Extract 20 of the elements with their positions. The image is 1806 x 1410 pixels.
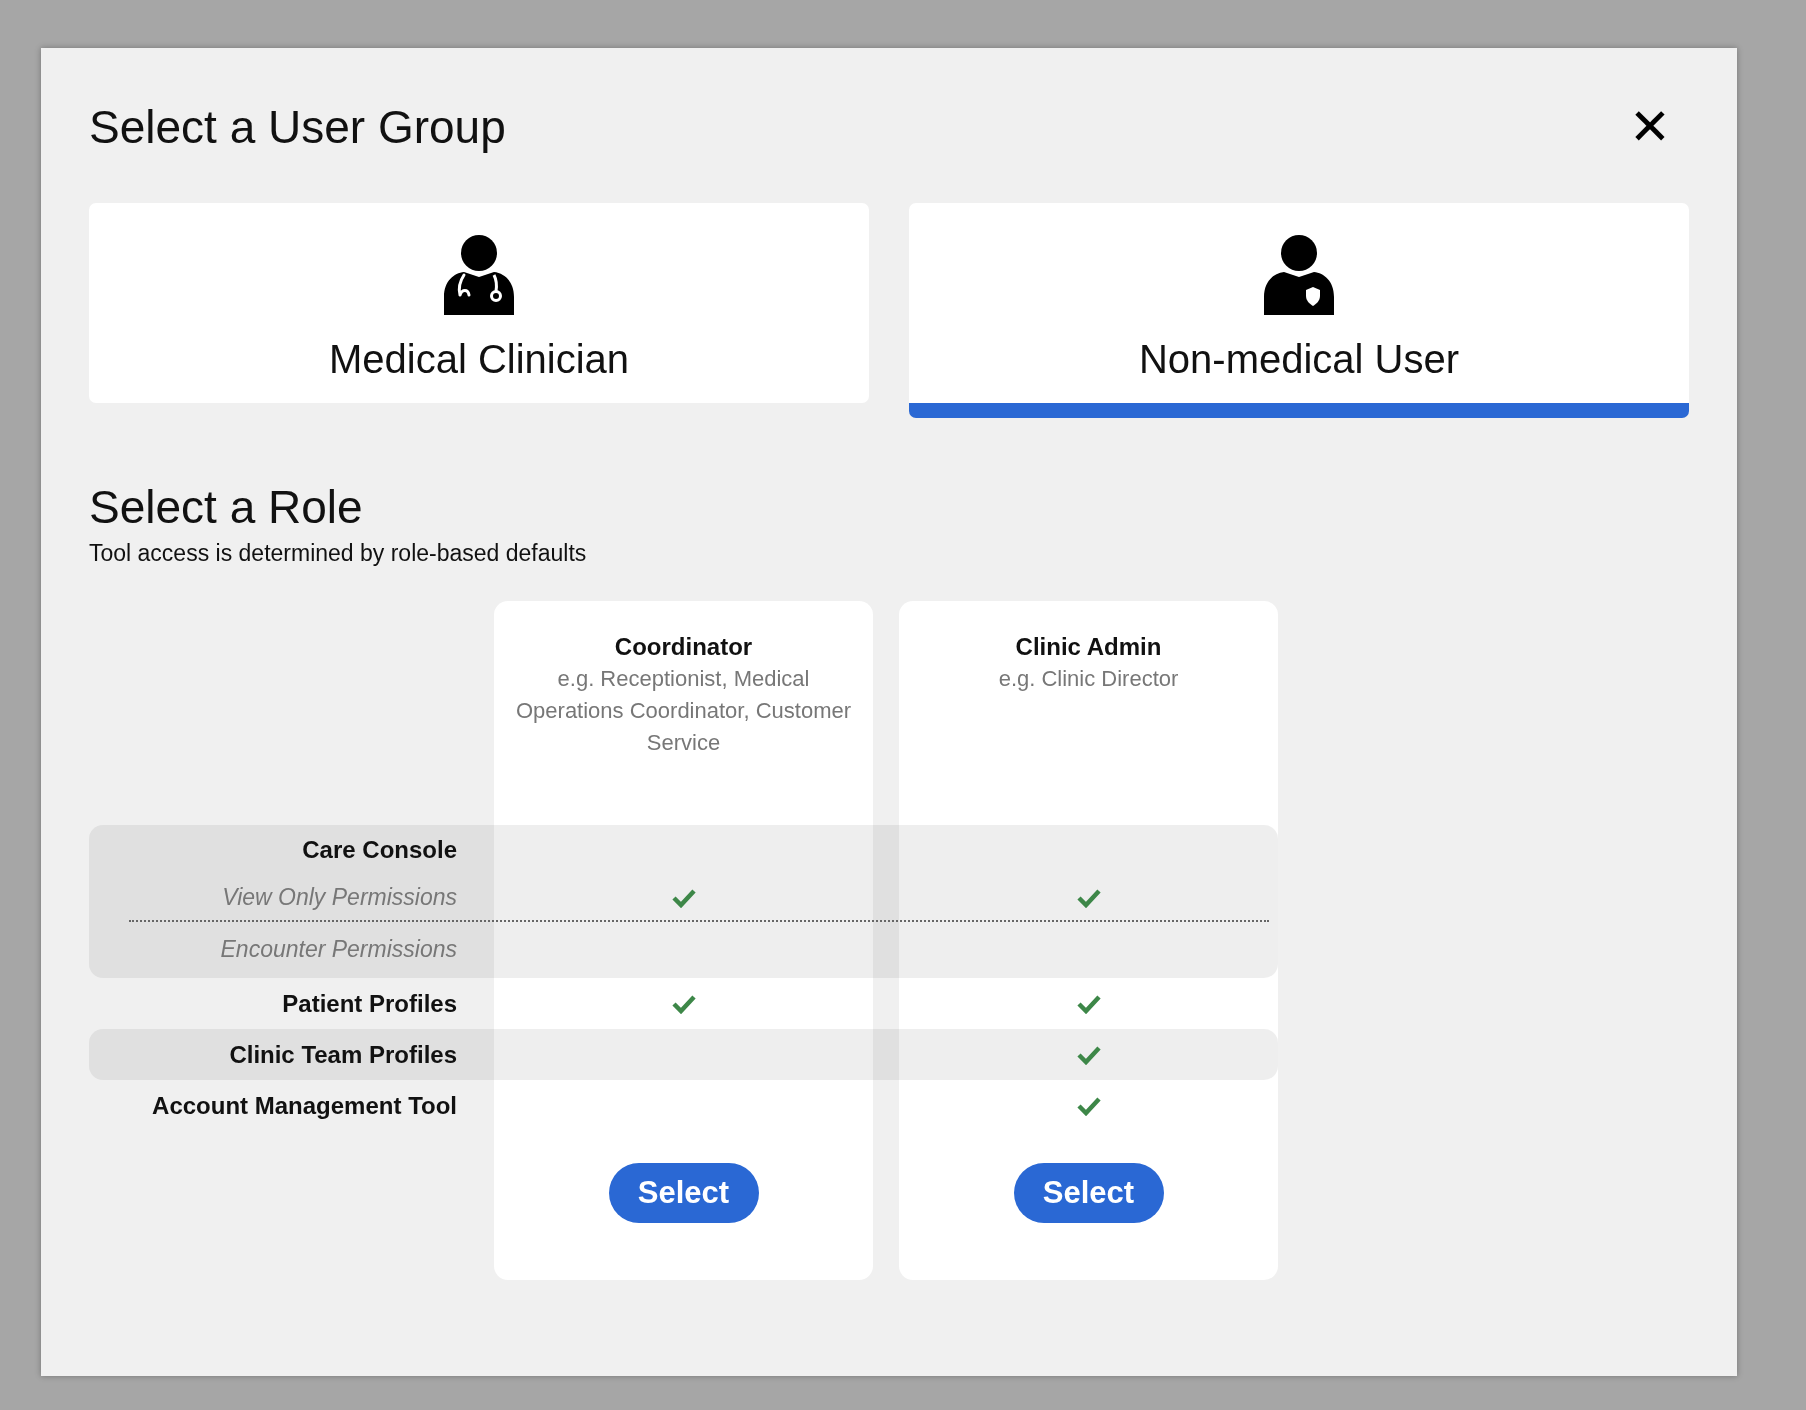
feature-label: Clinic Team Profiles — [229, 1040, 457, 1069]
role-name: Clinic Admin — [1015, 633, 1162, 661]
feature-label: Encounter Permissions — [220, 935, 457, 963]
select-button[interactable]: Select — [1013, 1163, 1164, 1223]
role-examples: e.g. Receptionist, Medical Operations Coordinator, Customer Service — [514, 665, 853, 757]
dialog-title: Select a User Group — [89, 100, 506, 154]
person-shield-icon — [1262, 235, 1336, 317]
feature-label: Care Console — [302, 836, 457, 864]
feature-label: View Only Permissions — [222, 884, 457, 911]
role-name: Coordinator — [614, 633, 753, 661]
section-subtitle: Tool access is determined by role-based defaults — [89, 540, 588, 567]
section-title: Select a Role — [89, 480, 364, 534]
close-button[interactable]: ✕ — [1629, 102, 1671, 152]
role-examples: e.g. Clinic Director — [998, 665, 1179, 693]
select-button[interactable]: Select — [608, 1163, 759, 1223]
feature-label: Account Management Tool — [152, 1091, 457, 1120]
user-group-option[interactable]: Non-medical User — [909, 203, 1689, 418]
doctor-icon — [442, 235, 516, 317]
feature-label: Patient Profiles — [282, 989, 457, 1018]
user-group-option[interactable]: Medical Clinician — [89, 203, 869, 403]
